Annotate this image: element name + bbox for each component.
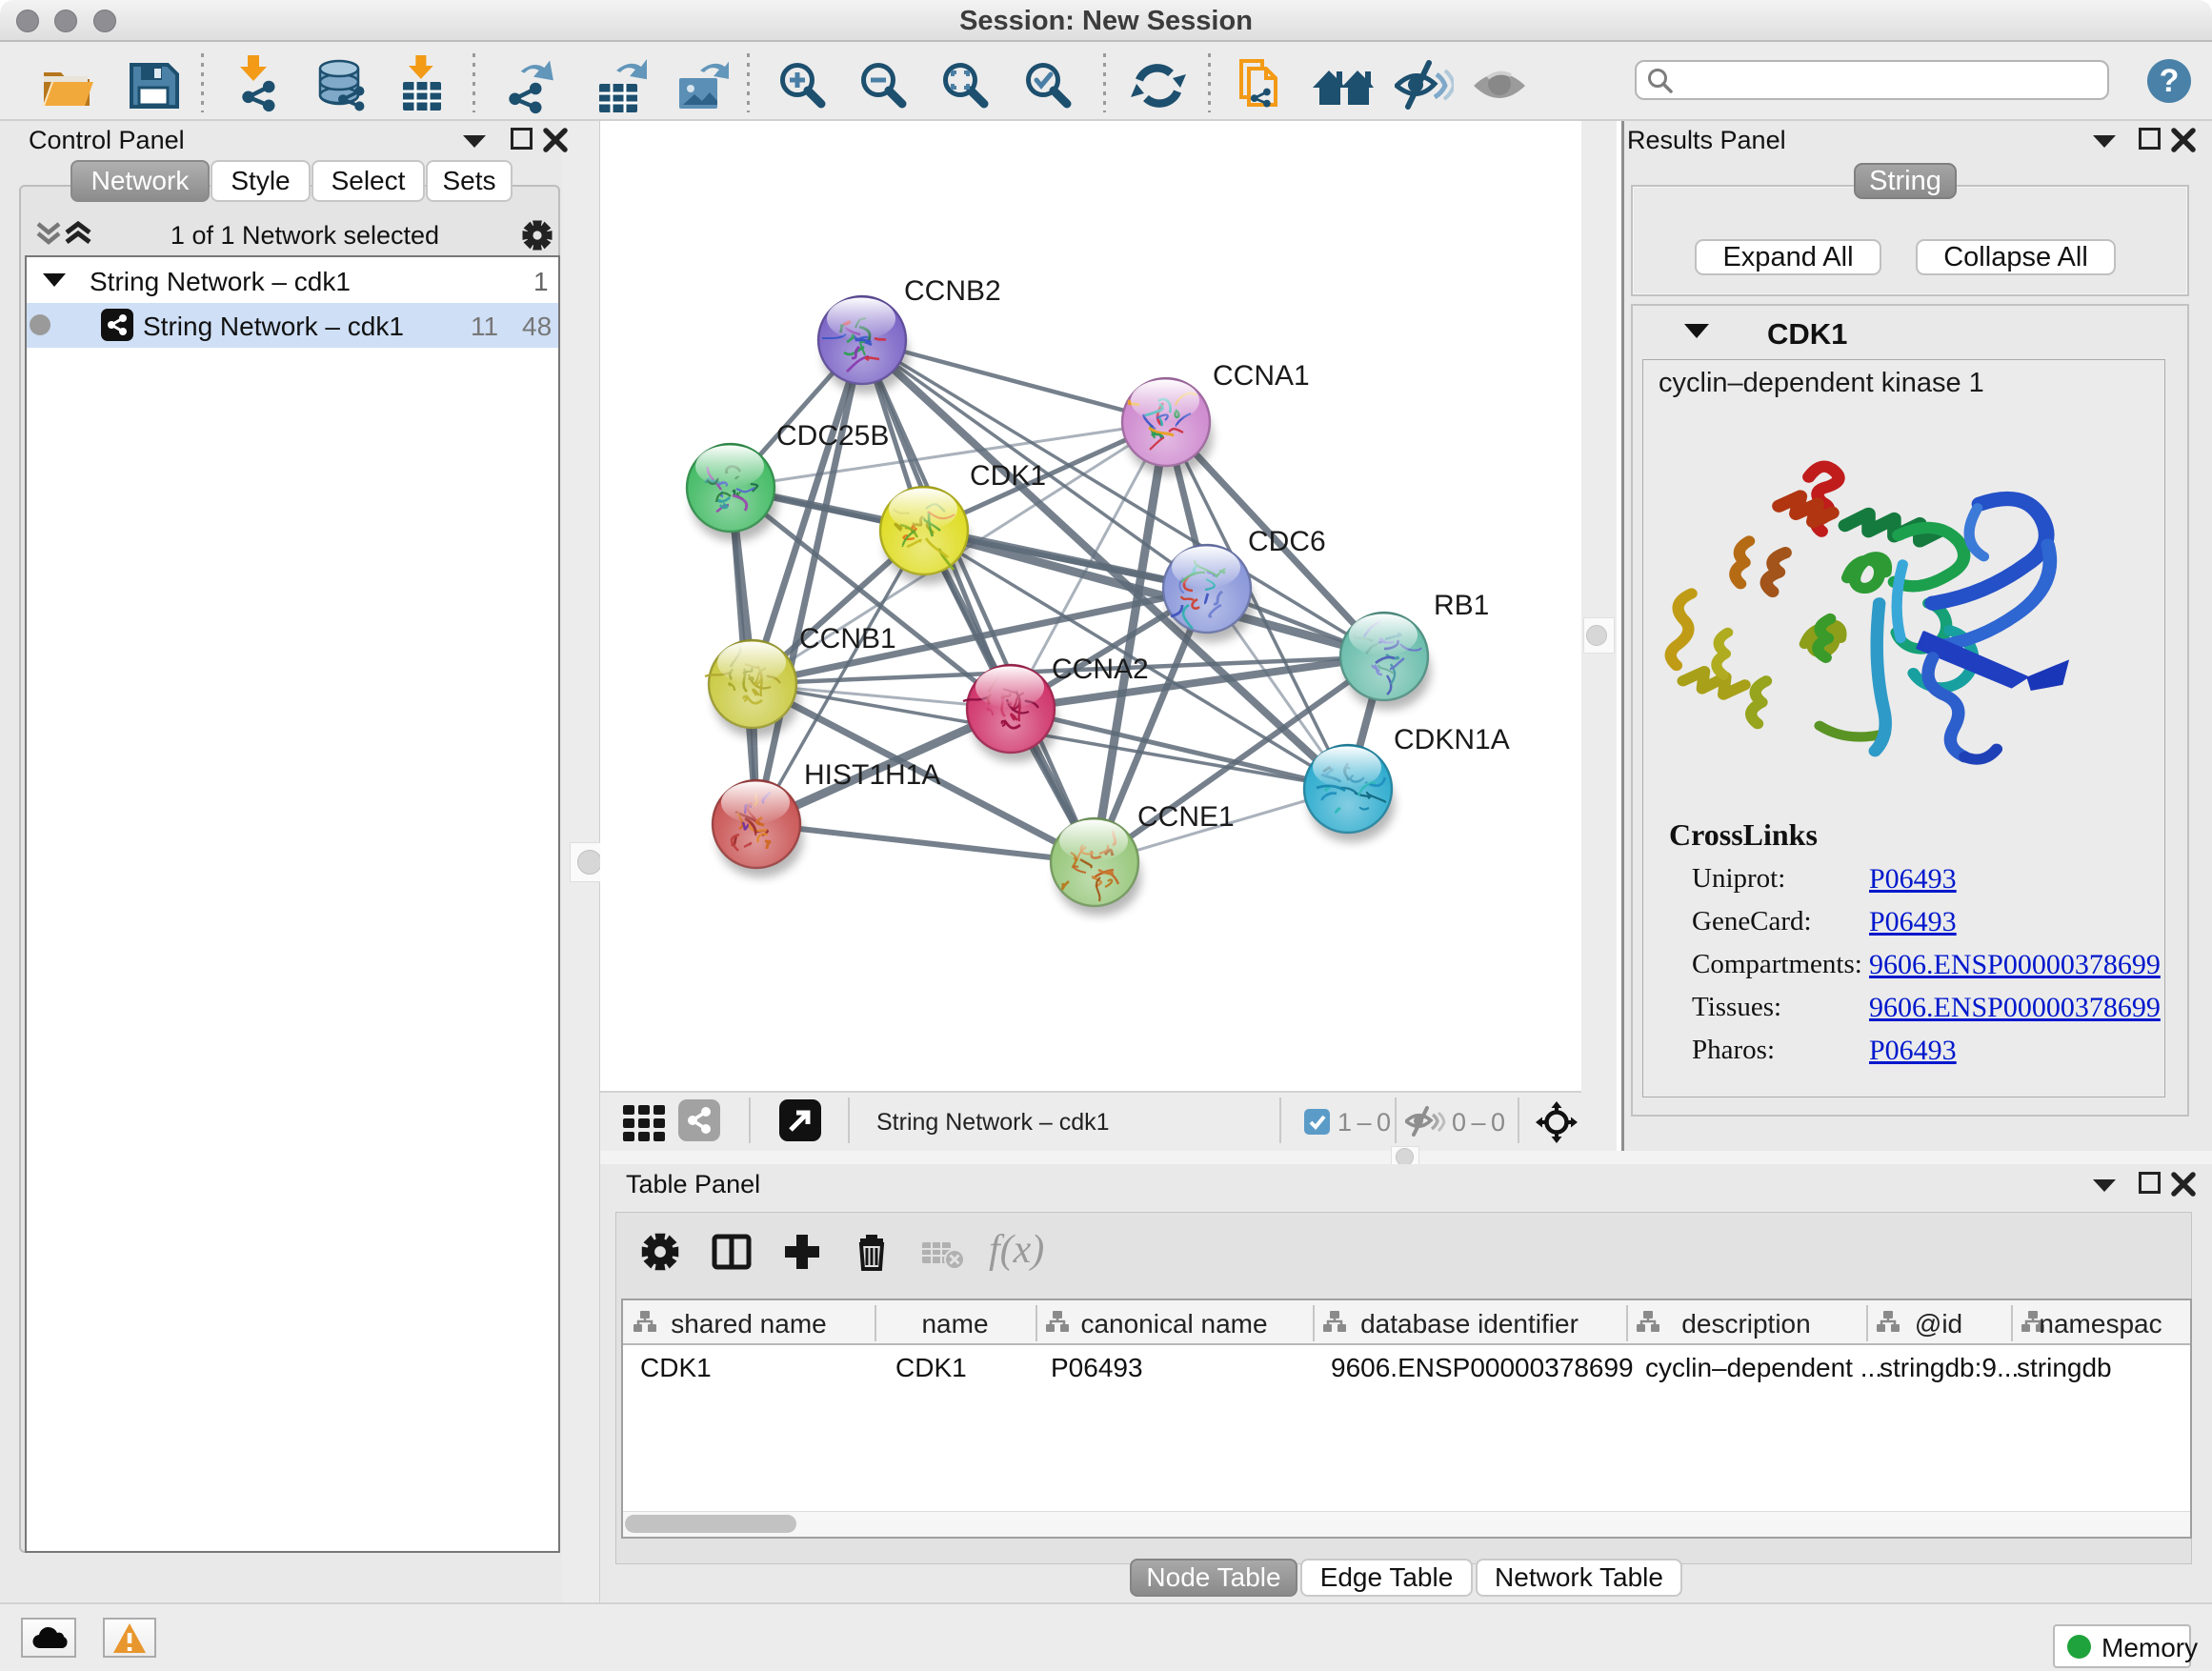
svg-text:HIST1H1A: HIST1H1A [804, 759, 940, 791]
svg-text:CDK1: CDK1 [970, 460, 1046, 492]
svg-text:CDKN1A: CDKN1A [1394, 724, 1510, 755]
svg-text:CCNB1: CCNB1 [799, 623, 896, 654]
svg-text:CCNA1: CCNA1 [1213, 360, 1310, 392]
svg-text:CCNB2: CCNB2 [904, 275, 1001, 307]
svg-text:RB1: RB1 [1434, 590, 1489, 621]
svg-text:CCNA2: CCNA2 [1052, 654, 1149, 685]
svg-text:CDC25B: CDC25B [776, 420, 889, 452]
svg-text:CCNE1: CCNE1 [1137, 801, 1235, 833]
svg-text:CDC6: CDC6 [1248, 526, 1326, 557]
